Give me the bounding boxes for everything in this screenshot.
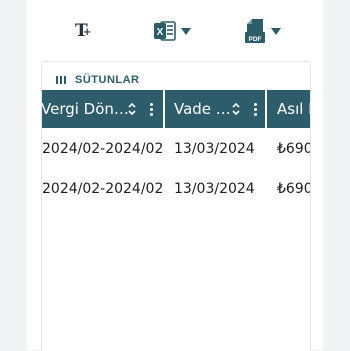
pdf-export-button[interactable]: PDF (243, 16, 281, 46)
sort-icon[interactable] (229, 90, 243, 128)
data-grid: Vergi Dön… Vade … Asıl 2024/02-2024/02 1… (41, 90, 310, 209)
columns-icon (56, 76, 66, 84)
columns-button[interactable]: SÜTUNLAR (56, 72, 140, 88)
table-row[interactable]: 2024/02-2024/02 13/03/2024 ₺690, (42, 129, 310, 169)
column-header-label: Vade … (174, 100, 231, 118)
column-header-tax-period[interactable]: Vergi Dön… (41, 90, 163, 128)
page-panel: T + X PDF SÜTUNLAR Vergi Dön… Vade … Ası… (27, 0, 323, 351)
table-row[interactable]: 2024/02-2024/02 13/03/2024 ₺690, (42, 169, 310, 209)
column-header-due-date[interactable]: Vade … (165, 90, 265, 128)
grid-body: 2024/02-2024/02 13/03/2024 ₺690, 2024/02… (42, 128, 310, 209)
text-format-button[interactable]: T + (75, 16, 92, 46)
svg-text:PDF: PDF (249, 36, 262, 43)
export-toolbar: T + X PDF (27, 0, 323, 62)
cell-principal-amount: ₺690, (277, 181, 310, 197)
column-menu-icon[interactable] (145, 90, 157, 128)
column-menu-icon[interactable] (249, 90, 261, 128)
column-header-label: Vergi Dön… (41, 100, 129, 118)
column-separator[interactable] (265, 90, 267, 128)
columns-button-label: SÜTUNLAR (75, 74, 140, 86)
cell-due-date: 13/03/2024 (174, 181, 255, 197)
grid-header-row: Vergi Dön… Vade … Asıl (41, 90, 310, 128)
excel-icon: X (154, 21, 176, 41)
data-grid-card: SÜTUNLAR Vergi Dön… Vade … Asıl 2024/02-… (41, 61, 311, 351)
excel-export-button[interactable]: X (153, 16, 191, 46)
pdf-icon: PDF (245, 19, 265, 43)
text-format-icon: T + (75, 21, 92, 41)
cell-tax-period: 2024/02-2024/02 (42, 181, 164, 197)
cell-due-date: 13/03/2024 (174, 141, 255, 157)
column-header-label: Asıl B (277, 100, 310, 118)
svg-text:X: X (157, 27, 164, 38)
cell-tax-period: 2024/02-2024/02 (42, 141, 164, 157)
chevron-down-icon (271, 27, 281, 35)
cell-principal-amount: ₺690, (277, 141, 310, 157)
column-header-principal-amount[interactable]: Asıl B (268, 90, 310, 128)
chevron-down-icon (181, 27, 191, 35)
sort-icon[interactable] (125, 90, 139, 128)
